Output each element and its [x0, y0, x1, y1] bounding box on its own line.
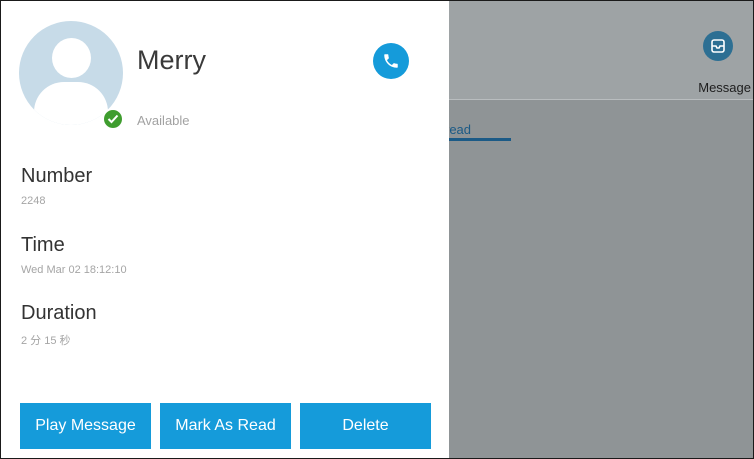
contact-name: Merry [137, 45, 206, 75]
avatar-body-shape [34, 82, 108, 125]
time-value: Wed Mar 02 18:12:10 [21, 264, 127, 276]
number-value: 2248 [21, 195, 46, 207]
app-window: Message read Merry Available Number 2248… [0, 0, 754, 459]
avatar-head-shape [52, 38, 91, 78]
check-icon [102, 108, 124, 130]
delete-button[interactable]: Delete [300, 403, 431, 449]
call-button[interactable] [373, 43, 409, 79]
message-icon[interactable] [703, 31, 733, 61]
tab-unread[interactable]: read [445, 122, 511, 141]
background-toolbar: Message [449, 1, 753, 100]
mark-as-read-button[interactable]: Mark As Read [160, 403, 291, 449]
phone-icon [384, 54, 398, 68]
message-detail-panel: Merry Available Number 2248 Time Wed Mar… [1, 1, 449, 458]
duration-value: 2 分 15 秒 [21, 335, 71, 347]
play-message-button[interactable]: Play Message [20, 403, 151, 449]
time-label: Time [21, 234, 65, 256]
duration-label: Duration [21, 302, 97, 324]
background-overlay[interactable]: Message read [445, 1, 753, 458]
number-label: Number [21, 165, 93, 187]
presence-status: Available [137, 113, 190, 128]
message-label[interactable]: Message [698, 80, 751, 95]
